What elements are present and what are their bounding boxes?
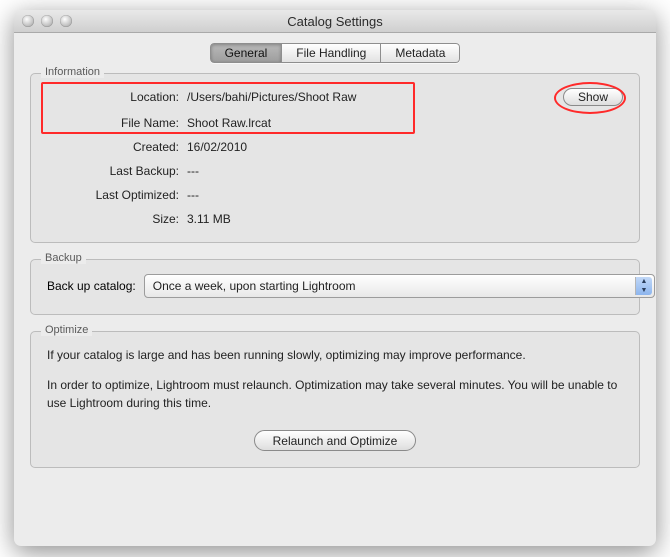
select-stepper-icon[interactable]: ▲ ▼	[635, 277, 652, 295]
tab-metadata[interactable]: Metadata	[381, 43, 460, 63]
tab-general[interactable]: General	[210, 43, 283, 63]
titlebar: Catalog Settings	[14, 10, 656, 33]
label-last-optimized: Last Optimized:	[47, 188, 187, 202]
backup-schedule-value: Once a week, upon starting Lightroom	[153, 279, 356, 293]
value-created: 16/02/2010	[187, 140, 563, 154]
relaunch-optimize-button[interactable]: Relaunch and Optimize	[254, 430, 417, 451]
group-information: Information Location: /Users/bahi/Pictur…	[30, 73, 640, 243]
group-optimize: Optimize If your catalog is large and ha…	[30, 331, 640, 468]
zoom-icon[interactable]	[60, 15, 72, 27]
tab-bar: General File Handling Metadata	[30, 43, 640, 63]
label-last-backup: Last Backup:	[47, 164, 187, 178]
value-last-optimized: ---	[187, 188, 563, 202]
value-file-name: Shoot Raw.lrcat	[187, 116, 563, 130]
close-icon[interactable]	[22, 15, 34, 27]
chevron-down-icon: ▼	[636, 286, 652, 295]
chevron-up-icon: ▲	[636, 277, 652, 286]
optimize-text-1: If your catalog is large and has been ru…	[47, 346, 623, 364]
value-last-backup: ---	[187, 164, 563, 178]
label-created: Created:	[47, 140, 187, 154]
value-size: 3.11 MB	[187, 212, 563, 226]
tab-file-handling[interactable]: File Handling	[282, 43, 381, 63]
group-backup: Backup Back up catalog: Once a week, upo…	[30, 259, 640, 315]
group-title-backup: Backup	[41, 252, 86, 264]
label-backup-catalog: Back up catalog:	[47, 279, 136, 293]
label-size: Size:	[47, 212, 187, 226]
show-button[interactable]: Show	[563, 88, 623, 106]
optimize-text-2: In order to optimize, Lightroom must rel…	[47, 376, 623, 412]
label-file-name: File Name:	[47, 116, 187, 130]
backup-schedule-select[interactable]: Once a week, upon starting Lightroom ▲ ▼	[144, 274, 655, 298]
group-title-information: Information	[41, 66, 104, 78]
label-location: Location:	[47, 90, 187, 104]
value-location: /Users/bahi/Pictures/Shoot Raw	[187, 90, 563, 104]
window: Catalog Settings General File Handling M…	[14, 10, 656, 546]
minimize-icon[interactable]	[41, 15, 53, 27]
window-title: Catalog Settings	[14, 14, 656, 29]
group-title-optimize: Optimize	[41, 324, 92, 336]
